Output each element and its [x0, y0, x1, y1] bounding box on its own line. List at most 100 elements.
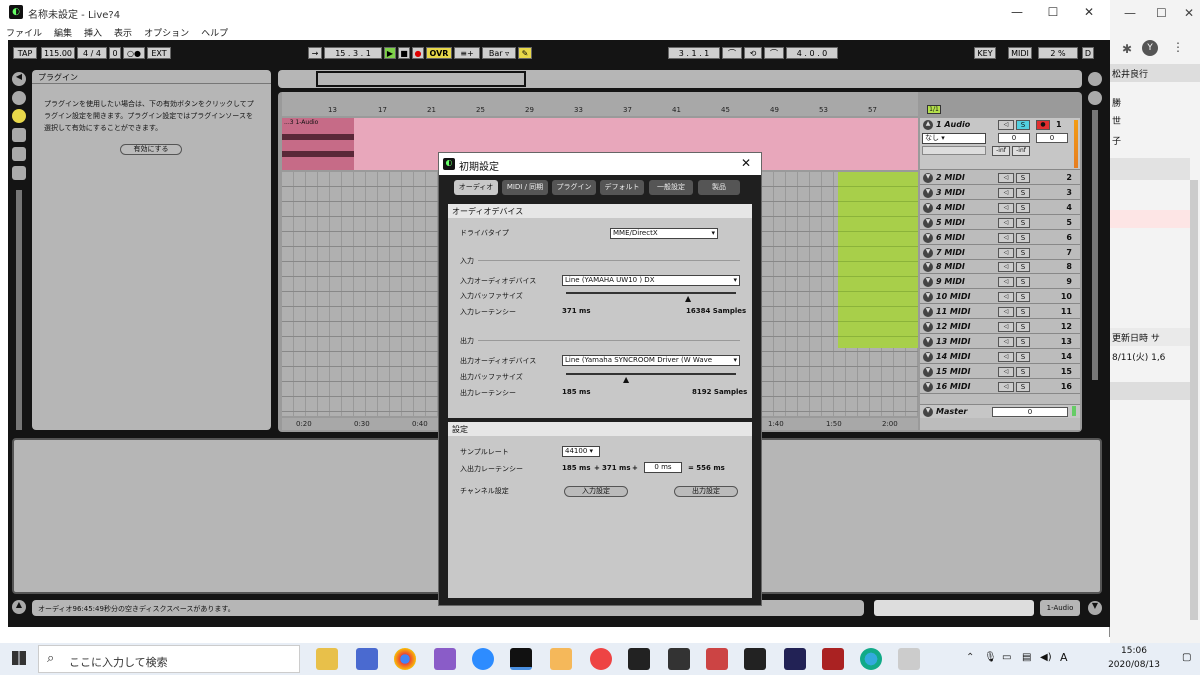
speaker-icon[interactable]: ◁: [998, 381, 1014, 392]
latency-offset-input[interactable]: 0 ms: [644, 462, 682, 473]
input-buffer-thumb[interactable]: ▲: [685, 294, 691, 303]
track-fold-icon[interactable]: ▼: [923, 381, 933, 392]
loop-length-field[interactable]: 4 . 0 . 0: [786, 47, 838, 59]
track-1-activator-icon[interactable]: ◁: [998, 120, 1014, 130]
network-icon[interactable]: ▤: [1022, 652, 1031, 663]
track-6-midi[interactable]: ▼ 6 MIDI ◁ S 6: [920, 230, 1080, 245]
minimize-icon[interactable]: —: [1124, 6, 1136, 20]
speaker-icon[interactable]: ◁: [998, 217, 1014, 228]
track-fold-icon[interactable]: ▼: [923, 351, 933, 362]
speaker-icon[interactable]: ◁: [998, 307, 1014, 318]
solo-button[interactable]: S: [1016, 217, 1030, 228]
menu-view[interactable]: 表示: [108, 24, 138, 41]
app-icon-2[interactable]: [356, 648, 378, 670]
track-fold-icon[interactable]: ▼: [923, 336, 933, 347]
follow-icon[interactable]: →: [308, 47, 322, 59]
overview-bar[interactable]: [278, 70, 1082, 88]
track-1-volume[interactable]: 0: [998, 133, 1030, 143]
stop-icon[interactable]: ■: [398, 47, 410, 59]
app-icon-8[interactable]: [590, 648, 612, 670]
track-13-midi[interactable]: ▼ 13 MIDI ◁ S 13: [920, 334, 1080, 349]
master-volume[interactable]: 0: [992, 407, 1068, 417]
track-fold-icon[interactable]: ▼: [923, 173, 933, 183]
quantize-icon[interactable]: ≡+: [454, 47, 480, 59]
punch-in-icon[interactable]: ⌒: [722, 47, 742, 59]
dialog-close-button[interactable]: ✕: [741, 156, 751, 170]
enable-plugins-button[interactable]: 有効にする: [120, 144, 182, 155]
speaker-icon[interactable]: ◁: [998, 292, 1014, 303]
ime-indicator[interactable]: A: [1060, 651, 1068, 664]
plugin-browser-icon[interactable]: [12, 109, 26, 123]
menu-file[interactable]: ファイル: [0, 24, 48, 41]
solo-button[interactable]: S: [1016, 277, 1030, 288]
minimize-button[interactable]: —: [1002, 4, 1032, 20]
track-10-midi[interactable]: ▼ 10 MIDI ◁ S 10: [920, 290, 1080, 305]
track-fold-icon[interactable]: ▼: [923, 187, 933, 198]
app-icon-16[interactable]: [898, 648, 920, 670]
live-file-icon[interactable]: [550, 648, 572, 670]
tracks-scrollbar[interactable]: [1092, 110, 1098, 380]
ext-sync-button[interactable]: EXT: [147, 47, 171, 59]
master-fold-icon[interactable]: ▼: [923, 407, 933, 417]
play-icon[interactable]: ▶: [384, 47, 396, 59]
track-1-input-select[interactable]: なし ▾: [922, 133, 986, 144]
solo-button[interactable]: S: [1016, 336, 1030, 347]
solo-button[interactable]: S: [1016, 173, 1030, 183]
tab-audio[interactable]: オーディオ: [454, 180, 498, 195]
solo-button[interactable]: S: [1016, 366, 1030, 377]
speaker-icon[interactable]: ◁: [998, 336, 1014, 347]
midi-map-button[interactable]: MIDI: [1008, 47, 1032, 59]
app-icon-9[interactable]: [628, 648, 650, 670]
track-fold-icon[interactable]: ▼: [923, 247, 933, 258]
overview-window[interactable]: [316, 71, 526, 87]
solo-button[interactable]: S: [1016, 292, 1030, 303]
quantize-menu[interactable]: Bar ▿: [482, 47, 516, 59]
app-icon-10[interactable]: [668, 648, 690, 670]
solo-button[interactable]: S: [1016, 262, 1030, 273]
more-icon[interactable]: ⋮: [1172, 40, 1184, 54]
maximize-icon[interactable]: ☐: [1156, 6, 1167, 20]
output-buffer-thumb[interactable]: ▲: [623, 375, 629, 384]
output-config-button[interactable]: 出力設定: [674, 486, 738, 497]
track-11-midi[interactable]: ▼ 11 MIDI ◁ S 11: [920, 305, 1080, 320]
track-fold-icon[interactable]: ▼: [923, 292, 933, 303]
track-2-midi[interactable]: ▼ 2 MIDI ◁ S 2: [920, 171, 1080, 185]
speaker-icon[interactable]: ◁: [998, 247, 1014, 258]
browser-icon[interactable]: [12, 91, 26, 105]
app-icon-13[interactable]: [784, 648, 806, 670]
track-12-midi[interactable]: ▼ 12 MIDI ◁ S 12: [920, 320, 1080, 334]
loop-icon[interactable]: ⟲: [744, 47, 762, 59]
solo-button[interactable]: S: [1016, 322, 1030, 332]
speaker-icon[interactable]: ◁: [998, 322, 1014, 332]
track-9-midi[interactable]: ▼ 9 MIDI ◁ S 9: [920, 275, 1080, 290]
tab-plugins[interactable]: プラグイン: [552, 180, 596, 195]
audio-clip[interactable]: ...3 1-Audio: [282, 118, 354, 170]
track-14-midi[interactable]: ▼ 14 MIDI ◁ S 14: [920, 349, 1080, 364]
menu-edit[interactable]: 編集: [48, 24, 78, 41]
search-box[interactable]: ⌕ ここに入力して検索: [38, 645, 300, 673]
loop-marker[interactable]: 1/1: [927, 105, 941, 114]
menu-help[interactable]: ヘルプ: [195, 24, 234, 41]
track-7-midi[interactable]: ▼ 7 MIDI ◁ S 7: [920, 245, 1080, 260]
battery-icon[interactable]: ▭: [1002, 652, 1011, 663]
track-fold-icon[interactable]: ▼: [923, 262, 933, 273]
solo-button[interactable]: S: [1016, 202, 1030, 213]
track-1-output-select[interactable]: [922, 146, 986, 155]
solo-button[interactable]: S: [1016, 351, 1030, 362]
profile-avatar[interactable]: Y: [1142, 40, 1158, 56]
tab-midi-sync[interactable]: MIDI / 同期: [502, 180, 548, 195]
solo-button[interactable]: S: [1016, 232, 1030, 243]
notification-icon[interactable]: ▢: [1182, 652, 1191, 663]
ableton-live-icon[interactable]: [510, 648, 532, 670]
sample-rate-select[interactable]: 44100 ▾: [562, 446, 600, 457]
speaker-icon[interactable]: ◁: [998, 232, 1014, 243]
key-map-button[interactable]: KEY: [974, 47, 996, 59]
edge-icon[interactable]: [860, 648, 882, 670]
detail-expand-icon[interactable]: ▼: [1088, 601, 1102, 615]
track-fold-icon[interactable]: ▼: [923, 202, 933, 213]
track-1-solo-button[interactable]: S: [1016, 120, 1030, 130]
menu-options[interactable]: オプション: [138, 24, 195, 41]
folder1-icon[interactable]: [12, 128, 26, 142]
folder2-icon[interactable]: [12, 147, 26, 161]
speaker-icon[interactable]: ◁: [998, 366, 1014, 377]
